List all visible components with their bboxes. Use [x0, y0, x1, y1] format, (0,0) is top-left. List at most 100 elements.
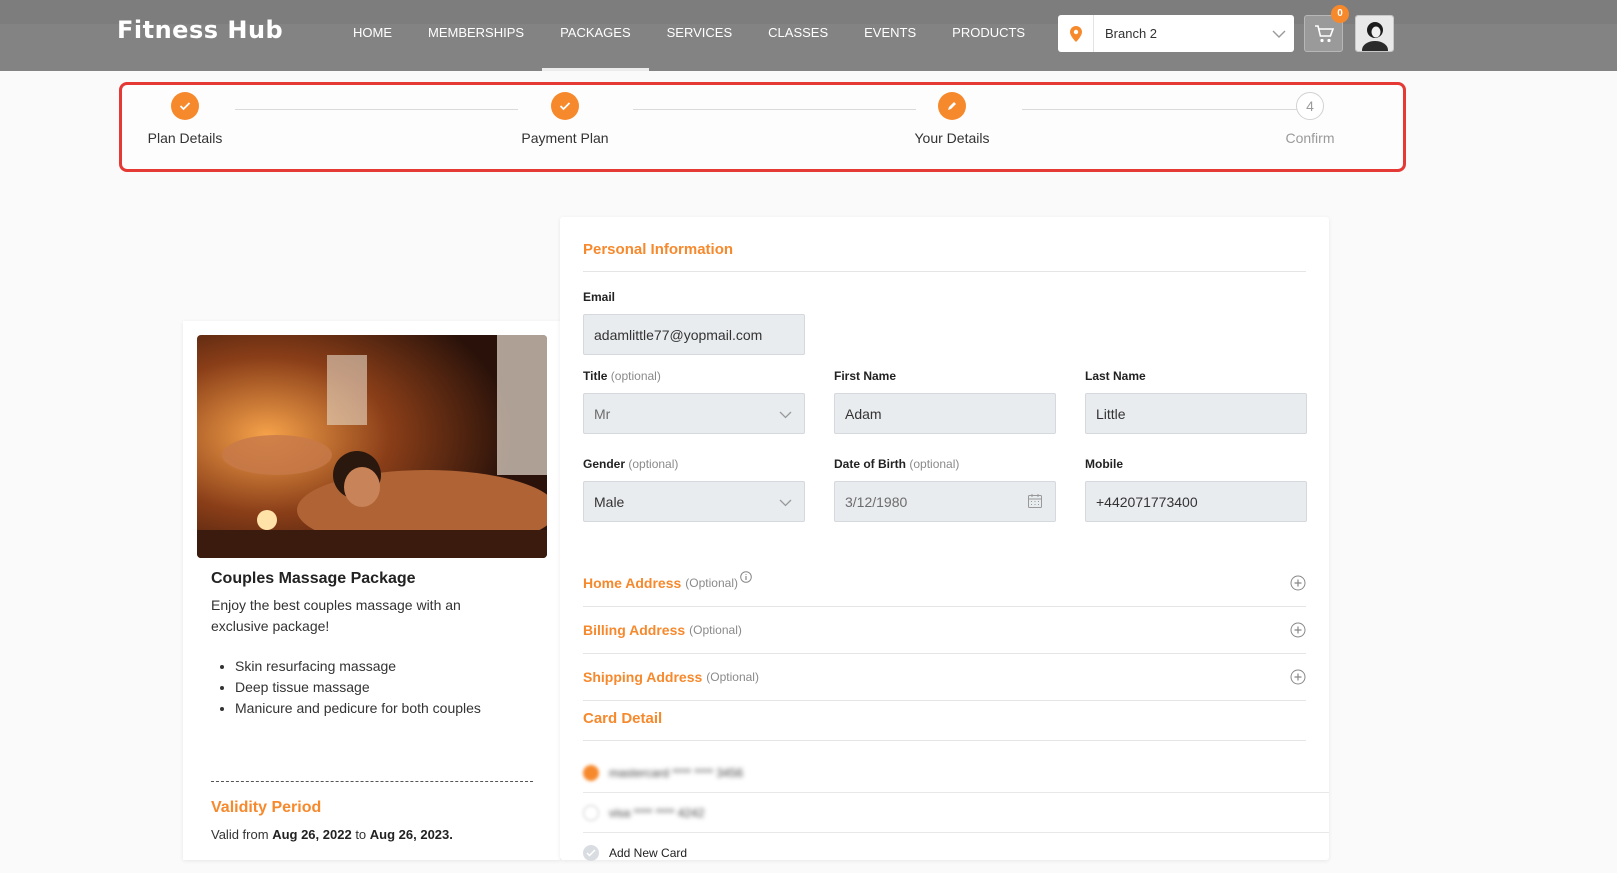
validity-to: to: [355, 827, 367, 842]
mobile-value: +442071773400: [1096, 493, 1198, 510]
last-name-field[interactable]: Little: [1085, 393, 1307, 434]
email-label: Email: [583, 290, 616, 304]
email-value: adamlittle77@yopmail.com: [594, 326, 763, 343]
valid-to-date: Aug 26, 2023.: [369, 827, 453, 842]
step-your-details[interactable]: Your Details: [902, 85, 1002, 146]
package-title: Couples Massage Package: [211, 570, 416, 587]
chevron-down-icon: [779, 406, 792, 422]
add-new-card-row[interactable]: Add New Card: [583, 833, 1329, 873]
radio-selected-icon[interactable]: [583, 764, 599, 781]
gender-select[interactable]: Male: [583, 481, 805, 522]
nav-products[interactable]: PRODUCTS: [934, 0, 1043, 71]
validity-prefix: Valid from: [211, 827, 269, 842]
divider: [583, 271, 1306, 272]
package-features: Skin resurfacing massage Deep tissue mas…: [211, 656, 541, 719]
step-connector: [1022, 109, 1305, 110]
nav-classes[interactable]: CLASSES: [750, 0, 846, 71]
accordion-title: Home Address: [583, 575, 682, 591]
gender-label: Gender (optional): [583, 457, 679, 471]
dob-field[interactable]: 3/12/1980: [834, 481, 1056, 522]
accordion-optional: (Optional): [689, 623, 742, 637]
first-name-label: First Name: [834, 369, 897, 383]
package-summary-card: Couples Massage Package Enjoy the best c…: [183, 321, 560, 860]
list-item: Deep tissue massage: [235, 677, 541, 698]
email-field[interactable]: adamlittle77@yopmail.com: [583, 314, 805, 355]
section-title-card: Card Detail: [583, 710, 663, 727]
check-icon: [171, 92, 199, 120]
main-nav: HOME MEMBERSHIPS PACKAGES SERVICES CLASS…: [335, 0, 1043, 71]
check-icon: [551, 92, 579, 120]
dob-label: Date of Birth (optional): [834, 457, 960, 471]
step-label: Plan Details: [147, 130, 223, 146]
step-label: Confirm: [1285, 130, 1335, 146]
cart-count-badge: 0: [1331, 5, 1349, 23]
pencil-icon: [938, 92, 966, 120]
title-select[interactable]: Mr: [583, 393, 805, 434]
saved-card-label: mastercard **** **** 3456: [609, 765, 744, 780]
brand-logo[interactable]: Fitness Hub: [117, 16, 283, 44]
personal-details-form: Personal Information Email adamlittle77@…: [560, 217, 1329, 861]
accordion-title: Billing Address: [583, 622, 686, 638]
shipping-address-accordion[interactable]: Shipping Address (Optional): [583, 654, 1306, 701]
section-title-personal: Personal Information: [583, 241, 734, 258]
last-name-label: Last Name: [1085, 369, 1146, 383]
cart-button[interactable]: 0: [1304, 5, 1349, 52]
divider: [211, 781, 533, 782]
step-connector: [633, 109, 916, 110]
dob-value: 3/12/1980: [845, 493, 908, 510]
package-description: Enjoy the best couples massage with an e…: [211, 597, 461, 634]
user-avatar[interactable]: [1355, 15, 1394, 52]
info-icon[interactable]: [740, 570, 752, 588]
nav-memberships[interactable]: MEMBERSHIPS: [410, 0, 542, 71]
top-navigation-bar: Fitness Hub HOME MEMBERSHIPS PACKAGES SE…: [0, 0, 1617, 71]
check-circle-icon[interactable]: [583, 845, 599, 861]
accordion-optional: (Optional): [685, 576, 738, 590]
accordion-optional: (Optional): [706, 670, 759, 684]
saved-card-row[interactable]: visa **** **** 4242: [583, 793, 1329, 833]
step-number: 4: [1296, 92, 1324, 120]
list-item: Manicure and pedicure for both couples: [235, 698, 541, 719]
step-connector: [235, 109, 518, 110]
title-label: Title (optional): [583, 369, 661, 383]
calendar-icon[interactable]: [1027, 493, 1043, 512]
validity-text: Valid from Aug 26, 2022 to Aug 26, 2023.: [211, 827, 453, 842]
divider: [583, 740, 1306, 741]
step-plan-details[interactable]: Plan Details: [140, 85, 230, 146]
expand-plus-icon[interactable]: [1290, 669, 1306, 690]
title-value: Mr: [594, 405, 611, 422]
first-name-value: Adam: [845, 405, 882, 422]
step-payment-plan[interactable]: Payment Plan: [510, 85, 620, 146]
saved-card-label: visa **** **** 4242: [609, 805, 705, 820]
step-label: Payment Plan: [521, 130, 609, 146]
accordion-title: Shipping Address: [583, 669, 703, 685]
location-pin-icon: [1058, 15, 1094, 52]
home-address-accordion[interactable]: Home Address (Optional): [583, 560, 1306, 607]
chevron-down-icon: [1264, 30, 1294, 38]
nav-events[interactable]: EVENTS: [846, 0, 934, 71]
mobile-label: Mobile: [1085, 457, 1123, 471]
valid-from-date: Aug 26, 2022: [272, 827, 352, 842]
cart-icon: [1314, 24, 1334, 42]
radio-icon[interactable]: [583, 804, 599, 821]
add-new-card-label: Add New Card: [609, 846, 688, 860]
branch-selector-value: Branch 2: [1105, 26, 1158, 41]
list-item: Skin resurfacing massage: [235, 656, 541, 677]
mobile-field[interactable]: +442071773400: [1085, 481, 1307, 522]
nav-packages[interactable]: PACKAGES: [542, 0, 649, 71]
chevron-down-icon: [779, 494, 792, 510]
step-label: Your Details: [914, 130, 990, 146]
expand-plus-icon[interactable]: [1290, 575, 1306, 596]
last-name-value: Little: [1096, 405, 1126, 422]
saved-card-row[interactable]: mastercard **** **** 3456: [583, 753, 1329, 793]
first-name-field[interactable]: Adam: [834, 393, 1056, 434]
checkout-stepper: Plan Details Payment Plan Your Details 4…: [119, 82, 1406, 172]
nav-home[interactable]: HOME: [335, 0, 410, 71]
validity-title: Validity Period: [211, 799, 322, 816]
gender-value: Male: [594, 493, 625, 510]
nav-services[interactable]: SERVICES: [649, 0, 751, 71]
step-confirm: 4 Confirm: [1275, 85, 1345, 146]
expand-plus-icon[interactable]: [1290, 622, 1306, 643]
package-image: [197, 335, 547, 558]
branch-selector[interactable]: Branch 2: [1058, 15, 1294, 52]
billing-address-accordion[interactable]: Billing Address (Optional): [583, 607, 1306, 654]
